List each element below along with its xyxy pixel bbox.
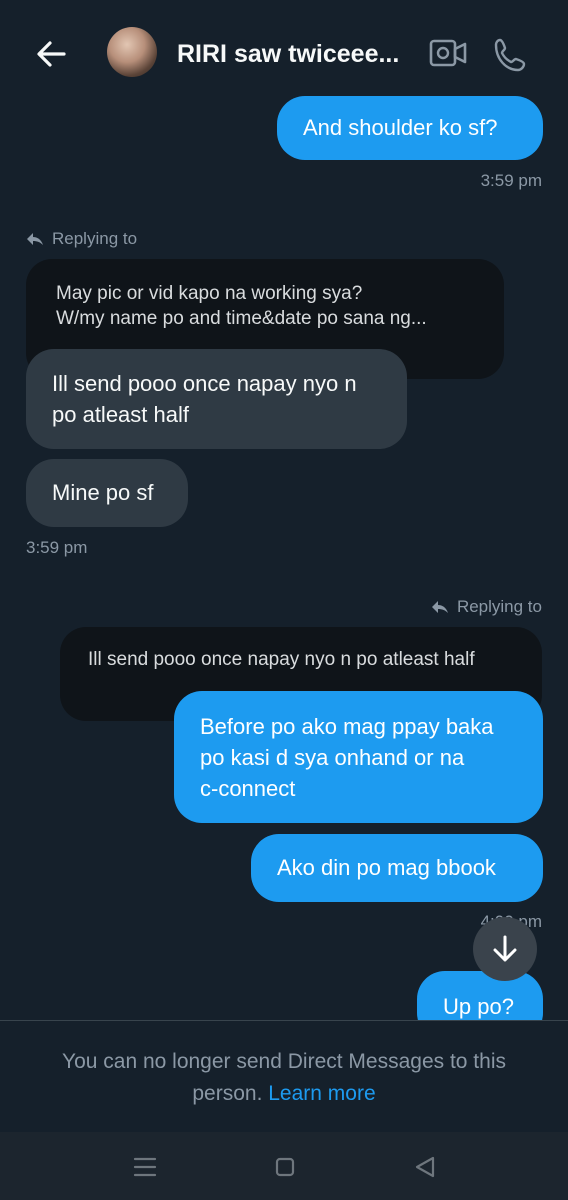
message-line-2: po atleast half xyxy=(52,402,189,427)
reply-arrow-icon xyxy=(27,233,43,245)
quote-line-1: May pic or vid kapo na working sya? xyxy=(56,283,363,304)
message-text: And shoulder ko sf? xyxy=(303,115,498,140)
message-bubble-outgoing[interactable]: Ako din po mag bbook xyxy=(251,834,543,902)
quote-line-2: W/my name po and time&date po sana ng... xyxy=(56,308,427,329)
message-timestamp: 3:59 pm xyxy=(480,171,542,190)
message-line-2: po kasi d sya onhand or na xyxy=(200,745,465,770)
scroll-to-bottom-button[interactable] xyxy=(473,917,537,981)
replying-to-label: Replying to xyxy=(26,229,137,249)
phone-icon xyxy=(494,38,526,72)
voice-call-button[interactable] xyxy=(492,36,530,72)
conversation-title[interactable]: RIRI saw twiceee... xyxy=(177,40,422,69)
message-bubble-incoming[interactable]: Mine po sf xyxy=(26,459,188,527)
message-bubble-incoming[interactable]: Ill send pooo once napay nyo n po atleas… xyxy=(26,349,407,449)
message-text: Mine po sf xyxy=(52,480,154,505)
message-bubble-outgoing[interactable]: Before po ako mag ppay baka po kasi d sy… xyxy=(174,691,543,823)
home-button[interactable] xyxy=(270,1152,300,1182)
back-nav-button[interactable] xyxy=(410,1152,440,1182)
avatar[interactable] xyxy=(107,27,157,77)
back-button[interactable] xyxy=(30,32,74,76)
system-navigation-bar xyxy=(0,1132,568,1200)
message-line-1: Ill send pooo once napay nyo n xyxy=(52,371,357,396)
quote-line-1: Ill send pooo once napay nyo n po atleas… xyxy=(88,649,475,670)
dm-disabled-notice: You can no longer send Direct Messages t… xyxy=(30,1046,538,1110)
message-line-3: c-connect xyxy=(200,776,296,801)
message-text: Ako din po mag bbook xyxy=(277,855,496,880)
video-call-button[interactable] xyxy=(428,36,468,70)
conversation-header: RIRI saw twiceee... xyxy=(0,0,568,100)
replying-to-label: Replying to xyxy=(431,597,542,617)
triangle-back-icon xyxy=(415,1156,435,1178)
video-camera-icon xyxy=(429,39,467,67)
message-timestamp: 3:59 pm xyxy=(26,538,88,557)
dm-disabled-footer: You can no longer send Direct Messages t… xyxy=(0,1020,568,1133)
square-icon xyxy=(275,1157,295,1177)
replying-to-text: Replying to xyxy=(456,597,542,616)
reply-arrow-icon xyxy=(431,601,448,613)
replying-to-text: Replying to xyxy=(52,229,138,248)
arrow-down-icon xyxy=(493,935,517,962)
learn-more-link[interactable]: Learn more xyxy=(268,1082,375,1105)
menu-icon xyxy=(133,1157,157,1177)
arrow-left-icon xyxy=(37,41,66,67)
message-text: Up po? xyxy=(443,994,514,1019)
message-line-1: Before po ako mag ppay baka xyxy=(200,714,494,739)
recent-apps-button[interactable] xyxy=(130,1152,160,1182)
message-bubble-outgoing[interactable]: And shoulder ko sf? xyxy=(277,96,543,160)
